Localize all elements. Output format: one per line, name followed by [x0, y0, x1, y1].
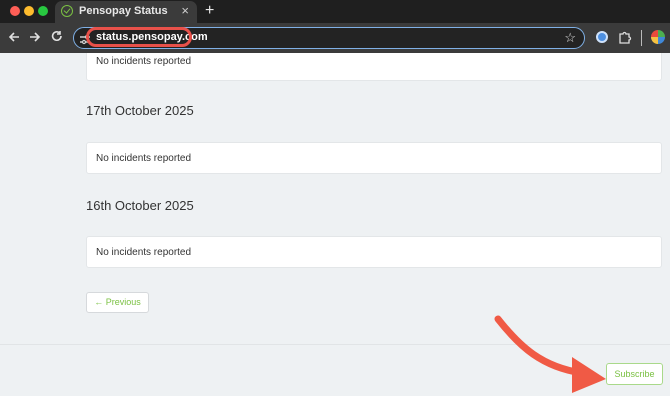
- forward-arrow-icon[interactable]: [27, 29, 43, 45]
- close-window-icon[interactable]: [10, 6, 20, 16]
- browser-tab-bar: Pensopay Status × +: [0, 0, 670, 23]
- maximize-window-icon[interactable]: [38, 6, 48, 16]
- toolbar-divider: [641, 30, 642, 46]
- previous-page-button[interactable]: ← Previous: [86, 292, 149, 313]
- url-highlight-annotation: [86, 27, 192, 47]
- address-bar[interactable]: status.pensopay.com ☆: [73, 27, 585, 49]
- incident-card: No incidents reported: [86, 53, 662, 81]
- incident-card: No incidents reported: [86, 236, 662, 268]
- incident-status-text: No incidents reported: [96, 56, 192, 67]
- profile-avatar[interactable]: [651, 30, 665, 44]
- extensions-puzzle-icon[interactable]: [618, 29, 632, 45]
- day-heading: 16th October 2025: [86, 198, 194, 213]
- subscribe-button[interactable]: Subscribe: [606, 363, 663, 385]
- day-heading: 17th October 2025: [86, 103, 194, 118]
- incident-status-text: No incidents reported: [96, 247, 192, 258]
- incident-status-text: No incidents reported: [96, 153, 192, 164]
- browser-toolbar: status.pensopay.com ☆: [0, 23, 670, 53]
- status-page: No incidents reported 17th October 2025 …: [0, 53, 670, 396]
- browser-tab[interactable]: Pensopay Status ×: [55, 1, 197, 23]
- red-arrow-annotation: [494, 315, 606, 393]
- new-tab-icon[interactable]: +: [205, 3, 214, 19]
- back-arrow-icon[interactable]: [6, 29, 22, 45]
- tab-title: Pensopay Status: [79, 5, 168, 17]
- reload-icon[interactable]: [49, 29, 65, 45]
- tab-close-icon[interactable]: ×: [181, 4, 189, 18]
- minimize-window-icon[interactable]: [24, 6, 34, 16]
- pensopay-favicon-icon: [61, 5, 73, 17]
- bookmark-star-icon[interactable]: ☆: [564, 30, 576, 46]
- password-manager-extension-icon[interactable]: [596, 31, 608, 43]
- incident-card: No incidents reported: [86, 142, 662, 174]
